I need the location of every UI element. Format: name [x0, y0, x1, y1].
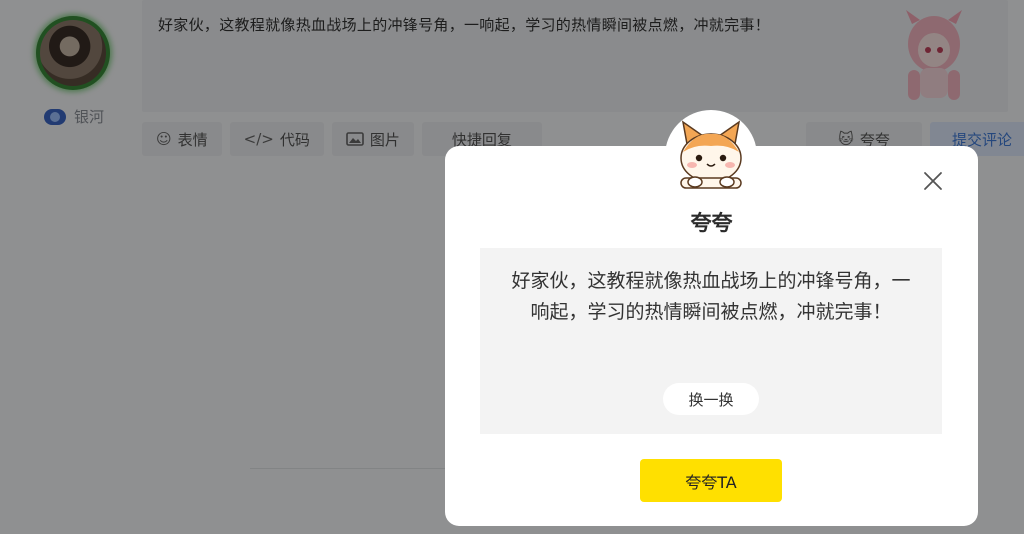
close-icon[interactable]	[922, 170, 944, 192]
praise-ta-button[interactable]: 夸夸TA	[640, 459, 782, 502]
praise-message: 好家伙，这教程就像热血战场上的冲锋号角，一响起，学习的热情瞬间被点燃，冲就完事！	[511, 270, 911, 323]
swap-button[interactable]: 换一换	[663, 383, 759, 415]
praise-message-box: 好家伙，这教程就像热血战场上的冲锋号角，一响起，学习的热情瞬间被点燃，冲就完事！…	[480, 248, 942, 434]
cat-mascot-icon	[665, 110, 757, 202]
modal-title: 夸夸	[690, 211, 733, 235]
